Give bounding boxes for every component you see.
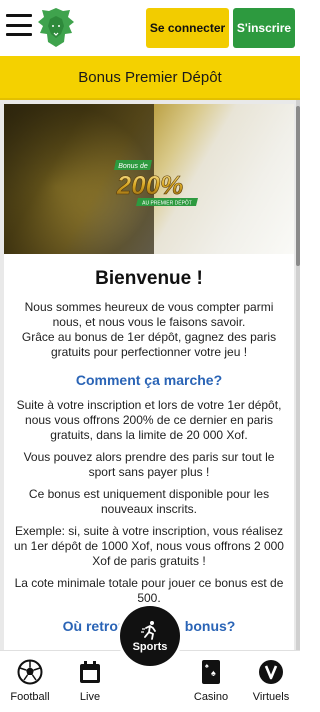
content-scroll-area[interactable]: Bonus de 200% AU PREMIER DÉPÔT Bienvenue… [0, 100, 300, 650]
article-body: Bienvenue ! Nous sommes heureux de vous … [4, 268, 294, 634]
how-paragraph-2: Vous pouvez alors prendre des paris sur … [23, 450, 275, 479]
svg-text:AU PREMIER DÉPÔT: AU PREMIER DÉPÔT [142, 200, 192, 207]
how-paragraph-3: Ce bonus est uniquement disponible pour … [28, 487, 270, 516]
scrollbar[interactable] [296, 100, 300, 650]
svg-text:♠: ♠ [211, 668, 216, 678]
intro-paragraph-2: Grâce au bonus de 1er dépôt, gagnez des … [21, 330, 277, 359]
nav-virtuels[interactable]: Virtuels [243, 659, 299, 703]
calendar-icon [77, 659, 103, 685]
nav-casino-label: Casino [193, 691, 229, 703]
svg-text:200%: 200% [116, 170, 184, 200]
nav-football-label: Football [10, 691, 50, 703]
login-button[interactable]: Se connecter [146, 8, 229, 48]
how-paragraph-5: La cote minimale totale pour jouer ce bo… [14, 576, 284, 605]
signup-button[interactable]: S'inscrire [233, 8, 295, 48]
nav-sports[interactable]: Sports [120, 606, 180, 666]
soccer-ball-icon [17, 659, 43, 685]
how-paragraph-4: Exemple: si, suite à votre inscription, … [14, 524, 284, 568]
playing-card-icon: ♠ ♠ [198, 659, 224, 685]
nav-casino[interactable]: ♠ ♠ Casino [183, 659, 239, 703]
welcome-heading: Bienvenue ! [95, 268, 203, 289]
top-header: Se connecter S'inscrire [0, 0, 300, 56]
menu-icon[interactable] [6, 14, 32, 36]
promo-banner: Bonus de 200% AU PREMIER DÉPÔT [4, 104, 294, 254]
lion-logo-icon[interactable] [36, 6, 76, 50]
nav-live[interactable]: Live [62, 659, 118, 703]
nav-virtuels-label: Virtuels [252, 691, 290, 703]
svg-text:Bonus de: Bonus de [118, 163, 148, 170]
page-title-bar: Bonus Premier Dépôt [0, 56, 300, 100]
page-title: Bonus Premier Dépôt [78, 68, 222, 86]
bonus-card: Bonus de 200% AU PREMIER DÉPÔT Bienvenue… [4, 104, 294, 650]
scrollbar-thumb[interactable] [296, 106, 300, 266]
intro-paragraph-1: Nous sommes heureux de vous compter parm… [24, 300, 274, 329]
how-it-works-heading: Comment ça marche? [75, 372, 223, 388]
bonus-badge-icon: Bonus de 200% AU PREMIER DÉPÔT [114, 160, 198, 207]
virtual-v-icon [258, 659, 284, 685]
nav-football[interactable]: Football [2, 659, 58, 703]
sports-runner-icon [141, 620, 156, 640]
svg-text:♠: ♠ [205, 663, 209, 670]
nav-sports-label: Sports [132, 640, 168, 653]
nav-live-label: Live [79, 691, 101, 703]
how-paragraph-1: Suite à votre inscription et lors de vot… [16, 398, 282, 442]
